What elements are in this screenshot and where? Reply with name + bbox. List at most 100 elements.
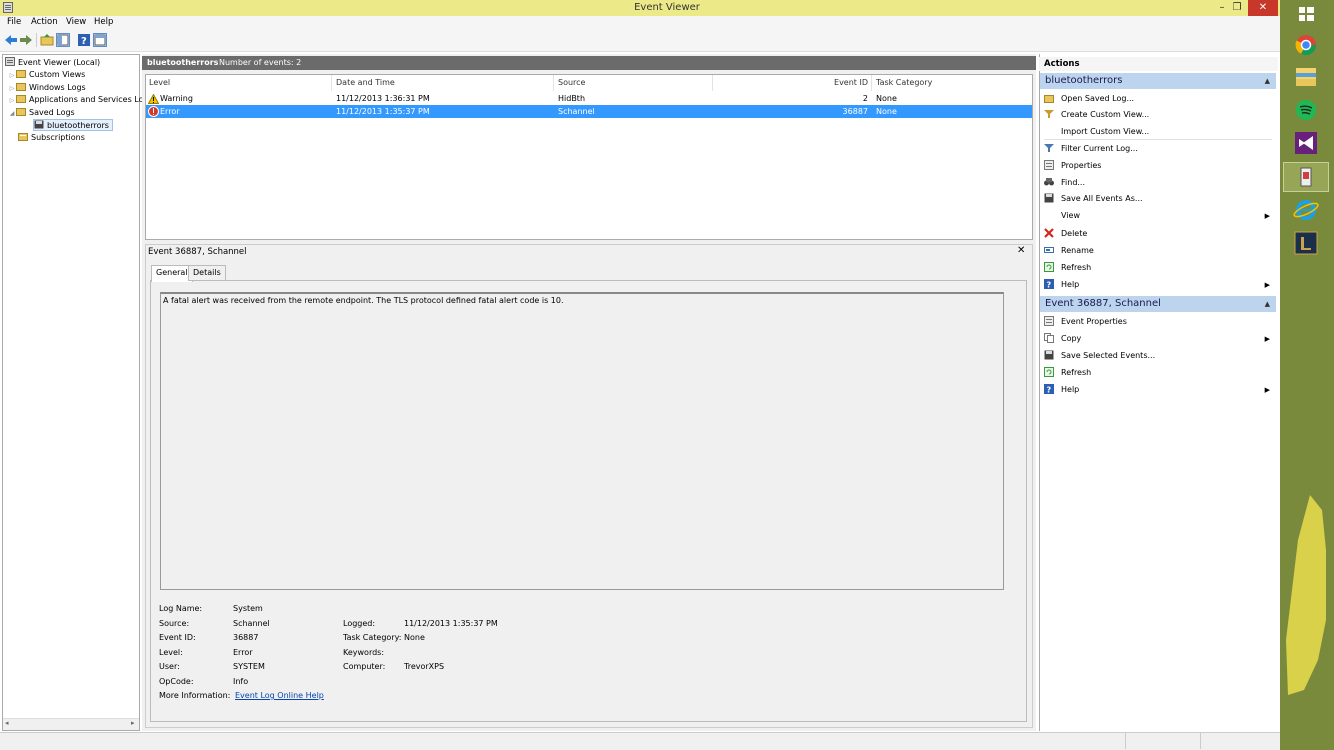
- tab-general[interactable]: General: [151, 265, 193, 282]
- collapse-caret-icon[interactable]: ▲: [1265, 73, 1270, 89]
- user-label: User:: [159, 662, 180, 671]
- tree-item-label: bluetootherrors: [47, 121, 109, 130]
- log-icon: [34, 120, 44, 129]
- actions-section-log[interactable]: bluetootherrors ▲: [1040, 73, 1276, 89]
- menu-file[interactable]: File: [7, 17, 21, 27]
- action-label: View: [1061, 211, 1080, 220]
- forward-arrow-icon[interactable]: [19, 33, 33, 47]
- action-filter-current-log[interactable]: Filter Current Log...: [1042, 141, 1274, 157]
- show-hide-tree-icon[interactable]: [56, 33, 70, 47]
- tree-root[interactable]: Event Viewer (Local): [5, 57, 100, 69]
- row-event-id: 36887: [842, 107, 868, 116]
- expand-arrow-icon[interactable]: ▷: [8, 95, 16, 107]
- folder-icon: [16, 107, 26, 116]
- action-open-saved-log[interactable]: Open Saved Log...: [1042, 91, 1274, 107]
- restore-button[interactable]: ❐: [1228, 0, 1246, 16]
- action-save-all-events[interactable]: Save All Events As...: [1042, 191, 1274, 207]
- action-refresh-event[interactable]: Refresh: [1042, 365, 1274, 381]
- filter-icon: [1044, 143, 1054, 153]
- tree-item-saved-logs[interactable]: ◢ Saved Logs: [8, 107, 75, 119]
- help-icon[interactable]: ?: [77, 33, 91, 47]
- back-arrow-icon[interactable]: [4, 33, 18, 47]
- event-message-box[interactable]: [160, 292, 1004, 590]
- table-row-selected[interactable]: Error 11/12/2013 1:35:37 PM Schannel 368…: [146, 105, 1032, 118]
- action-find[interactable]: Find...: [1042, 175, 1274, 191]
- scroll-left-icon[interactable]: ◂: [5, 719, 9, 727]
- action-properties[interactable]: Properties: [1042, 158, 1274, 174]
- action-label: Properties: [1061, 161, 1102, 170]
- action-view[interactable]: View ▶: [1042, 208, 1274, 224]
- delete-x-icon: [1044, 228, 1054, 238]
- tree-item-windows-logs[interactable]: ▷ Windows Logs: [8, 82, 86, 94]
- spotify-icon[interactable]: [1283, 95, 1329, 125]
- refresh-icon: [1044, 262, 1054, 272]
- row-level: Warning: [160, 94, 193, 103]
- column-separator[interactable]: [712, 75, 713, 91]
- help-icon: ?: [1044, 279, 1054, 289]
- column-header-date[interactable]: Date and Time: [336, 78, 395, 87]
- column-header-event-id[interactable]: Event ID: [800, 78, 868, 87]
- event-log-help-link[interactable]: Event Log Online Help: [235, 691, 324, 700]
- action-refresh[interactable]: Refresh: [1042, 260, 1274, 276]
- divider: [1044, 139, 1272, 140]
- windows-start-icon[interactable]: [1283, 0, 1329, 30]
- menu-action[interactable]: Action: [31, 17, 58, 27]
- menu-help[interactable]: Help: [94, 17, 113, 27]
- column-header-task-category[interactable]: Task Category: [876, 78, 932, 87]
- action-rename[interactable]: Rename: [1042, 243, 1274, 259]
- actions-section-event[interactable]: Event 36887, Schannel ▲: [1040, 296, 1276, 312]
- close-icon[interactable]: ✕: [1017, 245, 1025, 256]
- desktop-wallpaper-shape: [1282, 490, 1332, 700]
- action-create-custom-view[interactable]: Create Custom View...: [1042, 107, 1274, 123]
- action-label: Help: [1061, 385, 1080, 394]
- action-help-event[interactable]: ? Help ▶: [1042, 382, 1274, 398]
- collapse-arrow-icon[interactable]: ◢: [8, 108, 16, 120]
- user-value: SYSTEM: [233, 662, 265, 671]
- tree-item-applications-services[interactable]: ▷ Applications and Services Lo: [8, 94, 144, 106]
- column-separator[interactable]: [871, 75, 872, 91]
- table-row[interactable]: Warning 11/12/2013 1:36:31 PM HidBth 2 N…: [146, 92, 1032, 105]
- column-header-source[interactable]: Source: [558, 78, 585, 87]
- column-separator[interactable]: [331, 75, 332, 91]
- show-hide-action-pane-icon[interactable]: [93, 33, 107, 47]
- copy-icon: [1044, 333, 1054, 343]
- action-label: Create Custom View...: [1061, 110, 1150, 119]
- tree-item-label: Saved Logs: [29, 108, 75, 117]
- action-event-properties[interactable]: Event Properties: [1042, 314, 1274, 330]
- action-save-selected-events[interactable]: Save Selected Events...: [1042, 348, 1274, 364]
- task-category-label: Task Category:: [343, 633, 402, 642]
- league-launcher-icon[interactable]: [1283, 228, 1329, 258]
- scroll-right-icon[interactable]: ▸: [131, 719, 135, 727]
- action-help[interactable]: ? Help ▶: [1042, 277, 1274, 293]
- console-tree: [2, 54, 140, 731]
- action-copy[interactable]: Copy ▶: [1042, 331, 1274, 347]
- toolbar: [0, 30, 1280, 52]
- column-header-level[interactable]: Level: [149, 78, 170, 87]
- log-name-value: System: [233, 604, 263, 613]
- level-value: Error: [233, 648, 253, 657]
- tree-horizontal-scrollbar[interactable]: [3, 718, 139, 730]
- file-explorer-icon[interactable]: [1283, 62, 1329, 92]
- action-label: Help: [1061, 280, 1080, 289]
- tree-item-bluetootherrors[interactable]: bluetootherrors: [33, 119, 113, 131]
- internet-explorer-icon[interactable]: [1283, 195, 1329, 225]
- column-separator[interactable]: [553, 75, 554, 91]
- source-label: Source:: [159, 619, 190, 628]
- action-delete[interactable]: Delete: [1042, 226, 1274, 242]
- action-import-custom-view[interactable]: Import Custom View...: [1042, 124, 1274, 140]
- tree-item-custom-views[interactable]: ▷ Custom Views: [8, 69, 85, 81]
- folder-icon: [16, 94, 26, 103]
- up-folder-icon[interactable]: [40, 33, 54, 47]
- keywords-label: Keywords:: [343, 648, 385, 657]
- menu-view[interactable]: View: [66, 17, 86, 27]
- warning-icon: [148, 94, 159, 104]
- close-button[interactable]: ✕: [1248, 0, 1278, 16]
- expand-arrow-icon[interactable]: ▷: [8, 70, 16, 82]
- event-viewer-taskbar-icon[interactable]: [1283, 162, 1329, 192]
- visual-studio-icon[interactable]: [1283, 128, 1329, 158]
- submenu-arrow-icon: ▶: [1264, 335, 1270, 343]
- chrome-icon[interactable]: [1283, 30, 1329, 60]
- tree-item-subscriptions[interactable]: Subscriptions: [18, 132, 85, 144]
- tab-details[interactable]: Details: [188, 265, 226, 281]
- collapse-caret-icon[interactable]: ▲: [1265, 296, 1270, 312]
